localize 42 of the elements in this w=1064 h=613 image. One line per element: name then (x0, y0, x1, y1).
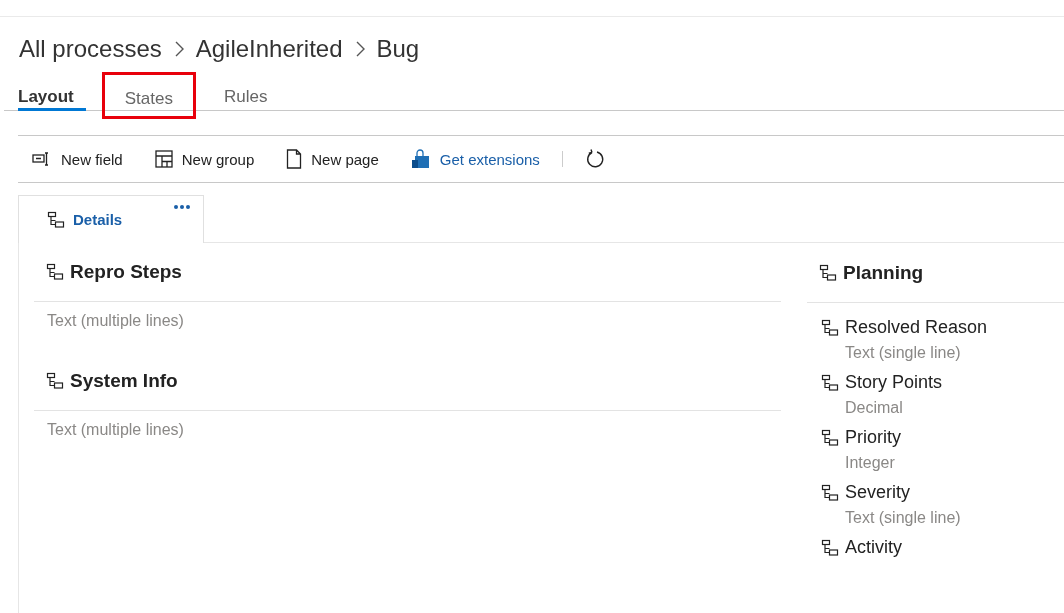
chevron-icon (354, 41, 365, 57)
more-icon[interactable] (173, 204, 191, 210)
tab[interactable]: Rules (209, 72, 282, 110)
refresh-button[interactable] (584, 149, 605, 169)
layout-icon (821, 428, 839, 447)
group-title: Repro Steps (70, 261, 182, 283)
toolbar-button[interactable]: Get extensions (410, 149, 540, 169)
layout-icon (821, 538, 839, 557)
field-type: Text (single line) (844, 343, 962, 362)
table-icon (154, 150, 173, 168)
tab[interactable]: States (101, 72, 196, 119)
group-title: System Info (70, 370, 178, 392)
toolbar-button[interactable]: New group (154, 150, 255, 168)
field-label: Story Points (845, 372, 943, 393)
breadcrumb-item[interactable]: All processes (19, 35, 162, 63)
field-label: Activity (845, 537, 902, 558)
field-label: Priority (845, 427, 901, 448)
layout-icon (821, 373, 839, 392)
field-label: Severity (845, 482, 911, 503)
bag-icon (410, 149, 431, 169)
field-type: Text (multiple lines) (46, 311, 185, 330)
breadcrumb-item[interactable]: Bug (376, 35, 420, 63)
breadcrumb-item[interactable]: AgileInherited (195, 35, 343, 63)
toolbar-button[interactable]: New field (32, 150, 123, 168)
layout-icon (46, 263, 64, 281)
group-title: Planning (843, 261, 924, 284)
page-icon (286, 149, 303, 169)
layout-icon (819, 263, 837, 282)
field-type: Integer (844, 453, 896, 472)
field-type: Decimal (844, 398, 904, 417)
page-tab[interactable]: Details (18, 195, 204, 243)
chevron-icon (173, 41, 184, 57)
layout-icon (821, 318, 839, 337)
field-type: Text (multiple lines) (46, 420, 185, 439)
layout-icon (46, 372, 64, 390)
layout-icon (47, 210, 65, 229)
field-label: Resolved Reason (845, 317, 988, 338)
refresh-icon (584, 149, 605, 169)
field-type: Text (single line) (844, 508, 962, 527)
toolbar-button[interactable]: New page (286, 149, 379, 169)
tab[interactable]: Layout (4, 72, 88, 110)
layout-icon (821, 483, 839, 502)
